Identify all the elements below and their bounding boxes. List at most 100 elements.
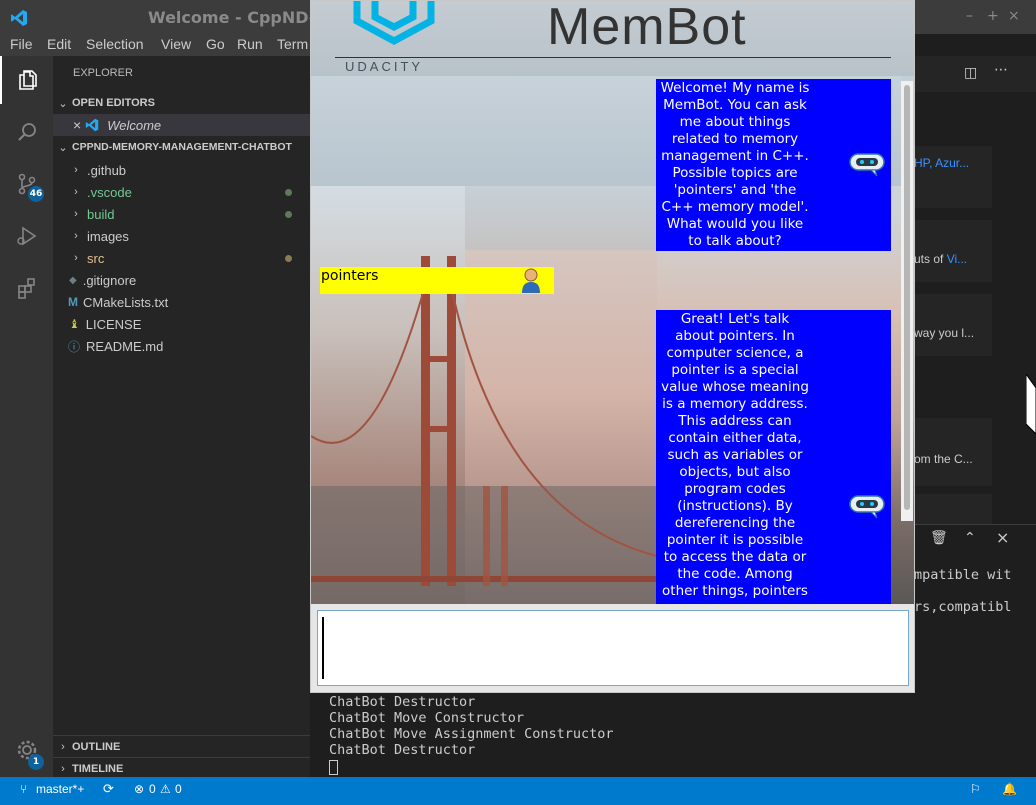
tree-item-src[interactable]: › src bbox=[53, 247, 310, 269]
tree-item-github[interactable]: › .github bbox=[53, 159, 310, 181]
menu-go[interactable]: Go bbox=[206, 36, 225, 52]
chatbot-icon bbox=[849, 495, 885, 519]
tree-item-label: images bbox=[87, 228, 129, 244]
open-editors-label: OPEN EDITORS bbox=[72, 97, 155, 109]
card-link[interactable]: HP, Azur... bbox=[914, 156, 969, 170]
close-icon[interactable]: × bbox=[73, 117, 81, 133]
tree-item-label: .gitignore bbox=[82, 272, 137, 288]
membot-header: UDACITY MemBot bbox=[311, 1, 914, 76]
menu-bar: File Edit Selection View Go Run Term bbox=[0, 34, 320, 56]
extensions-icon[interactable] bbox=[0, 264, 53, 312]
scrollbar-thumb[interactable] bbox=[904, 85, 910, 510]
terminal-line: ChatBot Move Assignment Constructor bbox=[329, 726, 614, 742]
welcome-card[interactable] bbox=[910, 494, 992, 524]
menu-edit[interactable]: Edit bbox=[47, 36, 71, 52]
minimize-button[interactable]: – bbox=[966, 8, 973, 24]
bridge-illustration bbox=[311, 256, 657, 604]
membot-window: UDACITY MemBot Welcome! My name is MemBo… bbox=[310, 0, 915, 693]
errors-icon[interactable]: ⊗ bbox=[134, 782, 144, 796]
tree-item-label: README.md bbox=[86, 338, 164, 354]
status-bar: ⑂ master*+ ⟳ ⊗ 0 ⚠ 0 ⚐ 🔔 bbox=[0, 777, 1036, 805]
tree-item-label: src bbox=[87, 250, 105, 266]
user-message-text: pointers bbox=[321, 268, 379, 284]
timeline-label: TIMELINE bbox=[72, 762, 124, 775]
warnings-count: 0 bbox=[175, 782, 182, 796]
welcome-card[interactable]: om the C... bbox=[910, 418, 992, 486]
bot-message-text: Great! Let's talk about pointers. In com… bbox=[661, 311, 809, 599]
tree-item-build[interactable]: › build bbox=[53, 203, 310, 225]
feedback-icon[interactable]: ⚐ bbox=[970, 782, 981, 796]
tree-item-label: build bbox=[87, 206, 115, 222]
project-section[interactable]: ⌄ CPPND-MEMORY-MANAGEMENT-CHATBOT bbox=[53, 136, 310, 158]
menu-selection[interactable]: Selection bbox=[86, 36, 144, 52]
menu-run[interactable]: Run bbox=[237, 36, 263, 52]
tree-item-cmakelists[interactable]: M CMakeLists.txt bbox=[53, 291, 310, 313]
maximize-button[interactable]: + bbox=[987, 8, 999, 24]
window-title: Welcome - CppND-M bbox=[148, 8, 332, 27]
tree-item-images[interactable]: › images bbox=[53, 225, 310, 247]
tree-item-readme[interactable]: ⓘ README.md bbox=[53, 335, 310, 357]
tree-item-label: CMakeLists.txt bbox=[83, 294, 169, 310]
explorer-header: EXPLORER bbox=[73, 67, 133, 79]
git-icon: ◆ bbox=[69, 274, 77, 286]
card-link[interactable]: Vi... bbox=[947, 252, 967, 266]
close-panel-icon[interactable]: × bbox=[996, 528, 1009, 547]
open-editors-section[interactable]: ⌄ OPEN EDITORS bbox=[53, 92, 310, 114]
modified-dot bbox=[285, 189, 292, 196]
trash-icon[interactable]: 🗑 bbox=[930, 530, 948, 546]
modified-dot bbox=[285, 211, 292, 218]
chevron-right-icon: › bbox=[74, 186, 78, 198]
udacity-wordmark: UDACITY bbox=[345, 59, 424, 74]
chevron-right-icon: › bbox=[61, 740, 65, 753]
info-icon: ⓘ bbox=[68, 339, 81, 354]
project-label: CPPND-MEMORY-MANAGEMENT-CHATBOT bbox=[72, 141, 292, 153]
welcome-card[interactable]: way you l... bbox=[910, 294, 992, 356]
files-icon[interactable] bbox=[0, 56, 53, 104]
header-divider bbox=[335, 57, 891, 58]
menu-file[interactable]: File bbox=[10, 36, 33, 52]
chevron-down-icon: ⌄ bbox=[58, 141, 68, 154]
chevron-down-icon: ⌄ bbox=[58, 97, 68, 110]
terminal-line: ChatBot Move Constructor bbox=[329, 710, 525, 726]
chat-input-area bbox=[311, 604, 914, 692]
cmake-icon: M bbox=[68, 295, 78, 309]
terminal-partial-line: rs,compatibl bbox=[914, 599, 1012, 615]
chat-input[interactable] bbox=[317, 610, 909, 686]
terminal-cursor[interactable] bbox=[329, 760, 338, 775]
more-actions-icon[interactable]: ⋯ bbox=[994, 62, 1008, 78]
bot-message-text: Welcome! My name is MemBot. You can ask … bbox=[660, 80, 810, 249]
run-debug-icon[interactable] bbox=[0, 212, 53, 260]
activity-bar: 46 1 bbox=[0, 56, 53, 777]
outline-section[interactable]: › OUTLINE bbox=[53, 735, 310, 757]
timeline-section[interactable]: › TIMELINE bbox=[53, 757, 310, 779]
search-icon[interactable] bbox=[0, 108, 53, 156]
explorer-sidebar: EXPLORER ⌄ OPEN EDITORS × Welcome ⌄ CPPN… bbox=[53, 56, 310, 777]
tree-item-gitignore[interactable]: ◆ .gitignore bbox=[53, 269, 310, 291]
welcome-card[interactable]: uts of Vi... bbox=[910, 220, 992, 282]
tree-item-label: .github bbox=[87, 162, 127, 178]
branch-name[interactable]: master*+ bbox=[36, 782, 84, 796]
gear-icon[interactable]: 1 bbox=[0, 726, 53, 774]
bell-icon[interactable]: 🔔 bbox=[1002, 782, 1017, 796]
tree-item-vscode[interactable]: › .vscode bbox=[53, 181, 310, 203]
user-message: pointers bbox=[320, 267, 554, 294]
chevron-right-icon: › bbox=[74, 230, 78, 242]
tree-item-license[interactable]: ♝ LICENSE bbox=[53, 313, 310, 335]
chevron-up-icon[interactable]: ⌃ bbox=[964, 530, 976, 546]
sync-icon[interactable]: ⟳ bbox=[103, 781, 114, 797]
chat-scrollbar[interactable] bbox=[901, 81, 913, 521]
license-icon: ♝ bbox=[69, 317, 80, 331]
menu-terminal[interactable]: Term bbox=[277, 36, 308, 52]
split-editor-icon[interactable]: ◫ bbox=[964, 65, 977, 81]
close-window-button[interactable]: × bbox=[1008, 8, 1020, 24]
chevron-right-icon: › bbox=[61, 762, 65, 775]
settings-badge: 1 bbox=[28, 754, 44, 770]
warnings-icon[interactable]: ⚠ bbox=[160, 782, 171, 796]
terminal-line: ChatBot Destructor bbox=[329, 694, 476, 710]
menu-view[interactable]: View bbox=[161, 36, 191, 52]
welcome-card[interactable]: HP, Azur... bbox=[910, 146, 992, 208]
source-control-icon[interactable]: 46 bbox=[0, 160, 53, 208]
terminal-line: ChatBot Destructor bbox=[329, 742, 476, 758]
open-editor-welcome[interactable]: × Welcome bbox=[53, 114, 310, 136]
chevron-right-icon: › bbox=[74, 164, 78, 176]
